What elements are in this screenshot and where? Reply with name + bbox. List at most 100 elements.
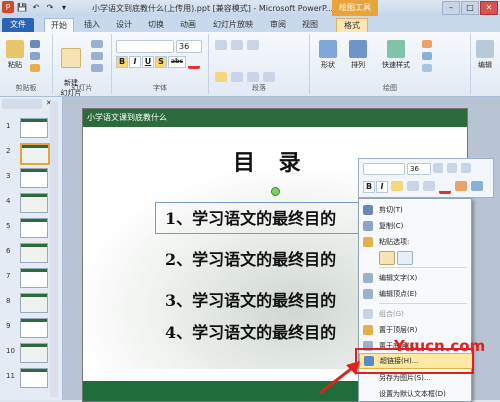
menu-item-cut[interactable]: 剪切(T) (359, 203, 471, 217)
quick-styles-button[interactable]: 快速样式 (376, 40, 416, 70)
menu-item-bring-to-front[interactable]: 置于顶层(R) (359, 323, 471, 337)
tab-format[interactable]: 格式 (336, 18, 368, 33)
format-painter-mini-icon[interactable] (461, 163, 471, 173)
tab-review[interactable]: 审阅 (266, 18, 290, 32)
grow-font-icon[interactable] (433, 163, 443, 173)
numbering-icon[interactable] (231, 40, 243, 50)
slide-thumbnail[interactable] (20, 168, 48, 188)
mini-font-color-icon[interactable] (439, 181, 451, 194)
tab-slideshow[interactable]: 幻灯片放映 (208, 18, 258, 32)
align-center-icon[interactable] (231, 72, 243, 82)
rotation-handle[interactable] (271, 187, 280, 196)
save-icon[interactable]: 💾 (16, 1, 28, 13)
shapes-button[interactable]: 形状 (314, 40, 342, 70)
tab-insert[interactable]: 插入 (80, 18, 104, 32)
mini-bold-button[interactable]: B (363, 181, 375, 193)
menu-item-edit-text[interactable]: 编辑文字(X) (359, 271, 471, 285)
close-button[interactable]: ✕ (480, 1, 498, 15)
mini-center-icon[interactable] (407, 181, 419, 191)
shrink-font-icon[interactable] (447, 163, 457, 173)
toc-item-4[interactable]: 4、学习语文的最终目的 (165, 319, 336, 343)
customize-qat-icon[interactable]: ▾ (58, 1, 70, 13)
reset-icon[interactable] (91, 52, 103, 60)
font-color-icon[interactable] (188, 56, 200, 69)
shape-fill-icon[interactable] (422, 40, 432, 48)
slide-thumbnail[interactable] (20, 368, 48, 388)
slide-thumbnail[interactable] (20, 118, 48, 138)
slide-thumbnail[interactable] (20, 193, 48, 213)
slide-thumbnail[interactable] (20, 218, 48, 238)
menu-item-group[interactable]: 组合(G) (359, 307, 471, 321)
format-painter-icon[interactable] (30, 64, 40, 72)
bold-button[interactable]: B (116, 56, 128, 68)
maximize-button[interactable]: □ (461, 1, 479, 15)
undo-icon[interactable]: ↶ (30, 1, 42, 13)
bullets-icon[interactable] (215, 40, 227, 50)
strikethrough-button[interactable]: abc (168, 56, 186, 68)
slide-thumb-number: 10 (6, 347, 15, 355)
redo-icon[interactable]: ↷ (44, 1, 56, 13)
italic-button[interactable]: I (129, 56, 141, 68)
thumb-banner (21, 269, 47, 272)
mini-outline-icon[interactable] (471, 181, 483, 191)
slide-title[interactable]: 目 录 (233, 145, 309, 177)
powerpoint-app-icon[interactable]: P (2, 1, 14, 13)
menu-item-set-default-textbox[interactable]: 设置为默认文本框(D) (359, 387, 471, 401)
menu-separator (379, 267, 467, 268)
toc-item-2[interactable]: 2、学习语文的最终目的 (165, 246, 336, 270)
shape-outline-icon[interactable] (422, 52, 432, 60)
tab-transitions[interactable]: 切换 (144, 18, 168, 32)
align-right-icon[interactable] (247, 72, 259, 82)
underline-button[interactable]: U (142, 56, 154, 68)
paste-option-text-icon[interactable] (397, 251, 413, 265)
binoculars-icon (476, 40, 494, 58)
mini-toolbar: 36 B I (358, 158, 494, 198)
align-left-icon[interactable] (215, 72, 227, 82)
indent-icon[interactable] (247, 40, 259, 50)
ribbon-tab-bar: 文件 开始 插入 设计 切换 动画 幻灯片放映 审阅 视图 格式 (0, 16, 500, 33)
minimize-button[interactable]: – (442, 1, 460, 15)
slide-thumbnail[interactable] (20, 143, 50, 165)
menu-item-edit-points[interactable]: 编辑顶点(E) (359, 287, 471, 301)
thumb-banner (21, 194, 47, 197)
tab-file[interactable]: 文件 (2, 18, 34, 32)
font-size-select[interactable]: 36 (176, 40, 202, 53)
paste-option-keep-icon[interactable] (379, 251, 395, 265)
shape-effects-icon[interactable] (422, 64, 432, 72)
thumb-banner (21, 294, 47, 297)
tab-home[interactable]: 开始 (44, 18, 74, 33)
slide-thumbnail[interactable] (20, 293, 48, 313)
slide-thumbnail[interactable] (20, 243, 48, 263)
slides-outline-tabs[interactable] (2, 99, 42, 109)
edit-button[interactable]: 编辑 (472, 40, 498, 70)
tab-view[interactable]: 视图 (298, 18, 322, 32)
tab-animations[interactable]: 动画 (176, 18, 200, 32)
font-name-select[interactable] (116, 40, 174, 53)
mini-align-icon[interactable] (391, 181, 403, 191)
justify-icon[interactable] (263, 72, 275, 82)
mini-justify-icon[interactable] (423, 181, 435, 191)
cut-icon[interactable] (30, 40, 40, 48)
menu-item-copy[interactable]: 复制(C) (359, 219, 471, 233)
mini-font-size-select[interactable]: 36 (407, 163, 431, 175)
shadow-button[interactable]: S (155, 56, 167, 68)
layout-icon[interactable] (91, 40, 103, 48)
mini-italic-button[interactable]: I (376, 181, 388, 193)
slide-thumbnail[interactable] (20, 318, 48, 338)
copy-icon[interactable] (30, 52, 40, 60)
mini-font-name-select[interactable] (363, 163, 405, 175)
window-title: 小学语文到底教什么(上传用).ppt [兼容模式] - Microsoft Po… (92, 4, 334, 13)
toc-item-1[interactable]: 1、学习语文的最终目的 (165, 205, 336, 229)
slides-scrollbar[interactable] (50, 101, 58, 397)
toc-item-3[interactable]: 3、学习语文的最终目的 (165, 287, 336, 311)
arrange-button[interactable]: 排列 (344, 40, 372, 70)
tab-design[interactable]: 设计 (112, 18, 136, 32)
slide-thumb-number: 6 (6, 247, 11, 255)
thumb-banner (21, 169, 47, 172)
slide-thumbnail[interactable] (20, 343, 48, 363)
paste-button[interactable]: 粘贴 (4, 40, 26, 70)
section-icon[interactable] (91, 64, 103, 72)
slide-thumbnail[interactable] (20, 268, 48, 288)
mini-fill-icon[interactable] (455, 181, 467, 191)
group-clipboard: 粘贴 剪贴板 (0, 34, 53, 94)
